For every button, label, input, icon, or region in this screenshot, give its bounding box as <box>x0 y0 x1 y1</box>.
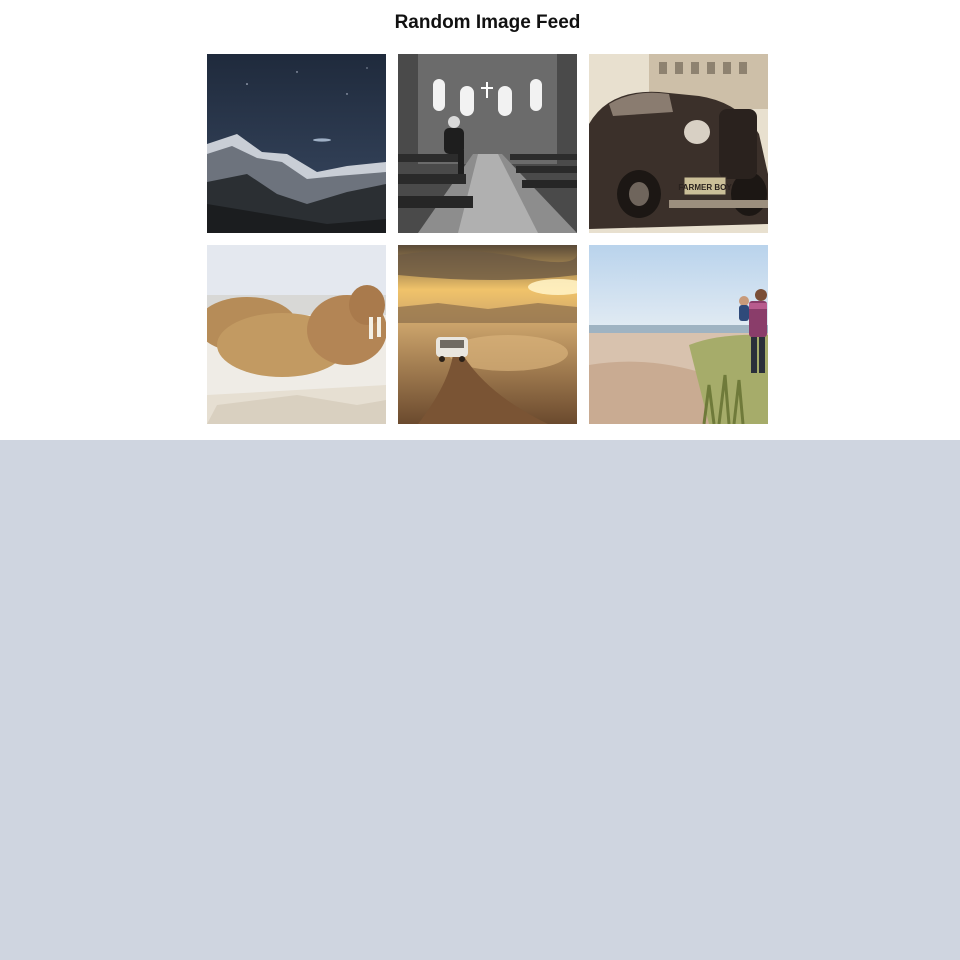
feed-image-vintage-car[interactable]: FARMER BOY <box>589 54 768 233</box>
beach-walk-image <box>589 245 768 424</box>
dusty-road-image <box>398 245 577 424</box>
church-interior-image <box>398 54 577 233</box>
mountains-night-image <box>207 54 386 233</box>
page-title: Random Image Feed <box>394 12 581 33</box>
license-plate-text: FARMER BOY <box>678 183 732 192</box>
vintage-car-image: FARMER BOY <box>589 54 768 233</box>
walruses-image <box>207 245 386 424</box>
feed-image-beach-walk[interactable] <box>589 245 768 424</box>
feed-image-walruses[interactable] <box>207 245 386 424</box>
feed-image-mountains[interactable] <box>207 54 386 233</box>
feed-panel: Random Image Feed FARMER BOY <box>0 0 960 440</box>
feed-image-church[interactable] <box>398 54 577 233</box>
feed-image-dusty-road[interactable] <box>398 245 577 424</box>
